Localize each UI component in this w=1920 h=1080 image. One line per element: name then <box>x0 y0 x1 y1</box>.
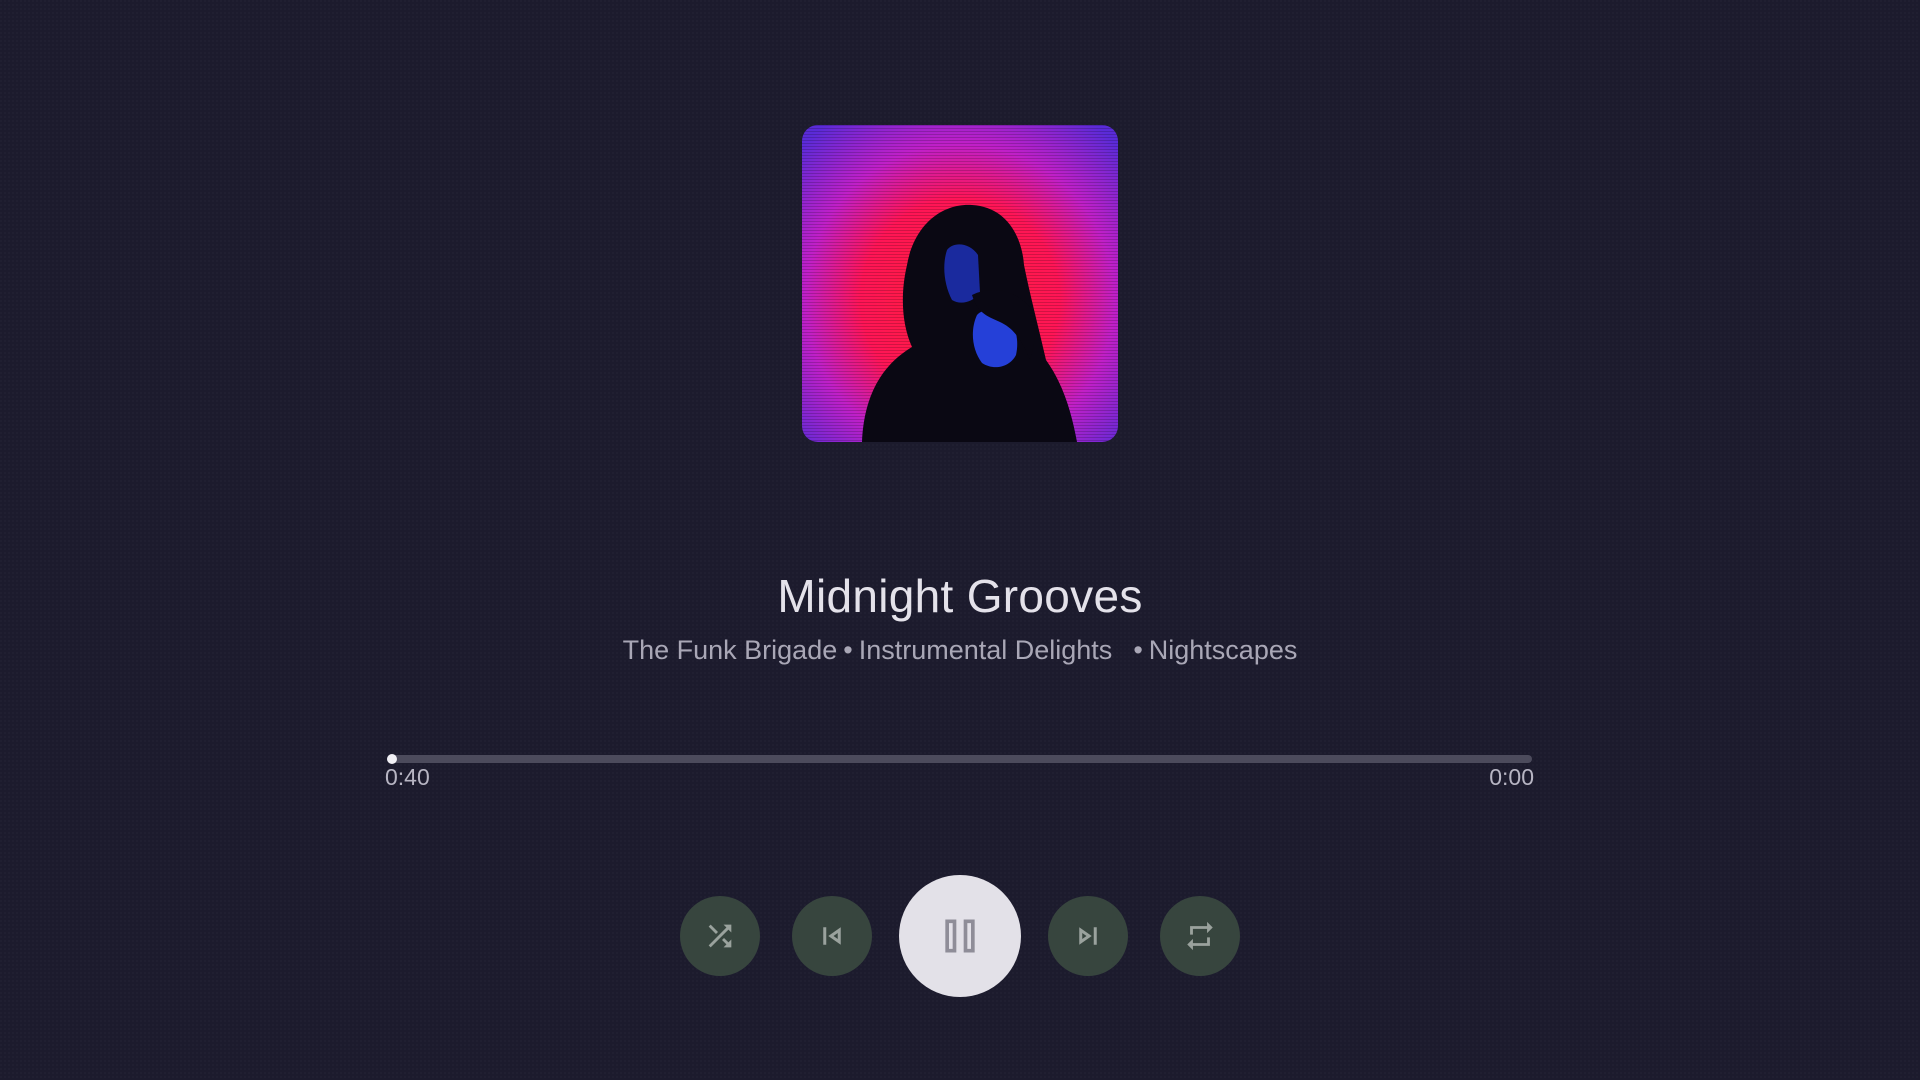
elapsed-time: 0:40 <box>385 764 430 790</box>
shuffle-button[interactable] <box>680 896 760 976</box>
artist-name[interactable]: The Funk Brigade <box>623 635 838 665</box>
next-button[interactable] <box>1048 896 1128 976</box>
track-title: Midnight Grooves <box>777 570 1143 622</box>
previous-button[interactable] <box>792 896 872 976</box>
separator-dot: • <box>843 635 853 665</box>
track-subtitle: The Funk Brigade • Instrumental Delights •… <box>0 632 1920 668</box>
music-player-screen: Midnight Grooves The Funk Brigade • Instru… <box>0 0 1920 1080</box>
album-art <box>802 125 1118 442</box>
playlist-name[interactable]: Nightscapes <box>1149 635 1298 665</box>
skip-previous-icon <box>823 927 841 945</box>
pause-icon <box>945 919 975 953</box>
repeat-button[interactable] <box>1160 896 1240 976</box>
pause-button[interactable] <box>899 875 1021 997</box>
skip-next-icon <box>1079 927 1097 945</box>
album-name[interactable]: Instrumental Delights <box>859 635 1113 665</box>
progress-bar[interactable] <box>387 754 1532 764</box>
separator-dot: • <box>1133 635 1143 665</box>
repeat-icon <box>1187 921 1213 951</box>
total-time: 0:00 <box>1489 764 1534 790</box>
shuffle-icon <box>708 924 732 948</box>
